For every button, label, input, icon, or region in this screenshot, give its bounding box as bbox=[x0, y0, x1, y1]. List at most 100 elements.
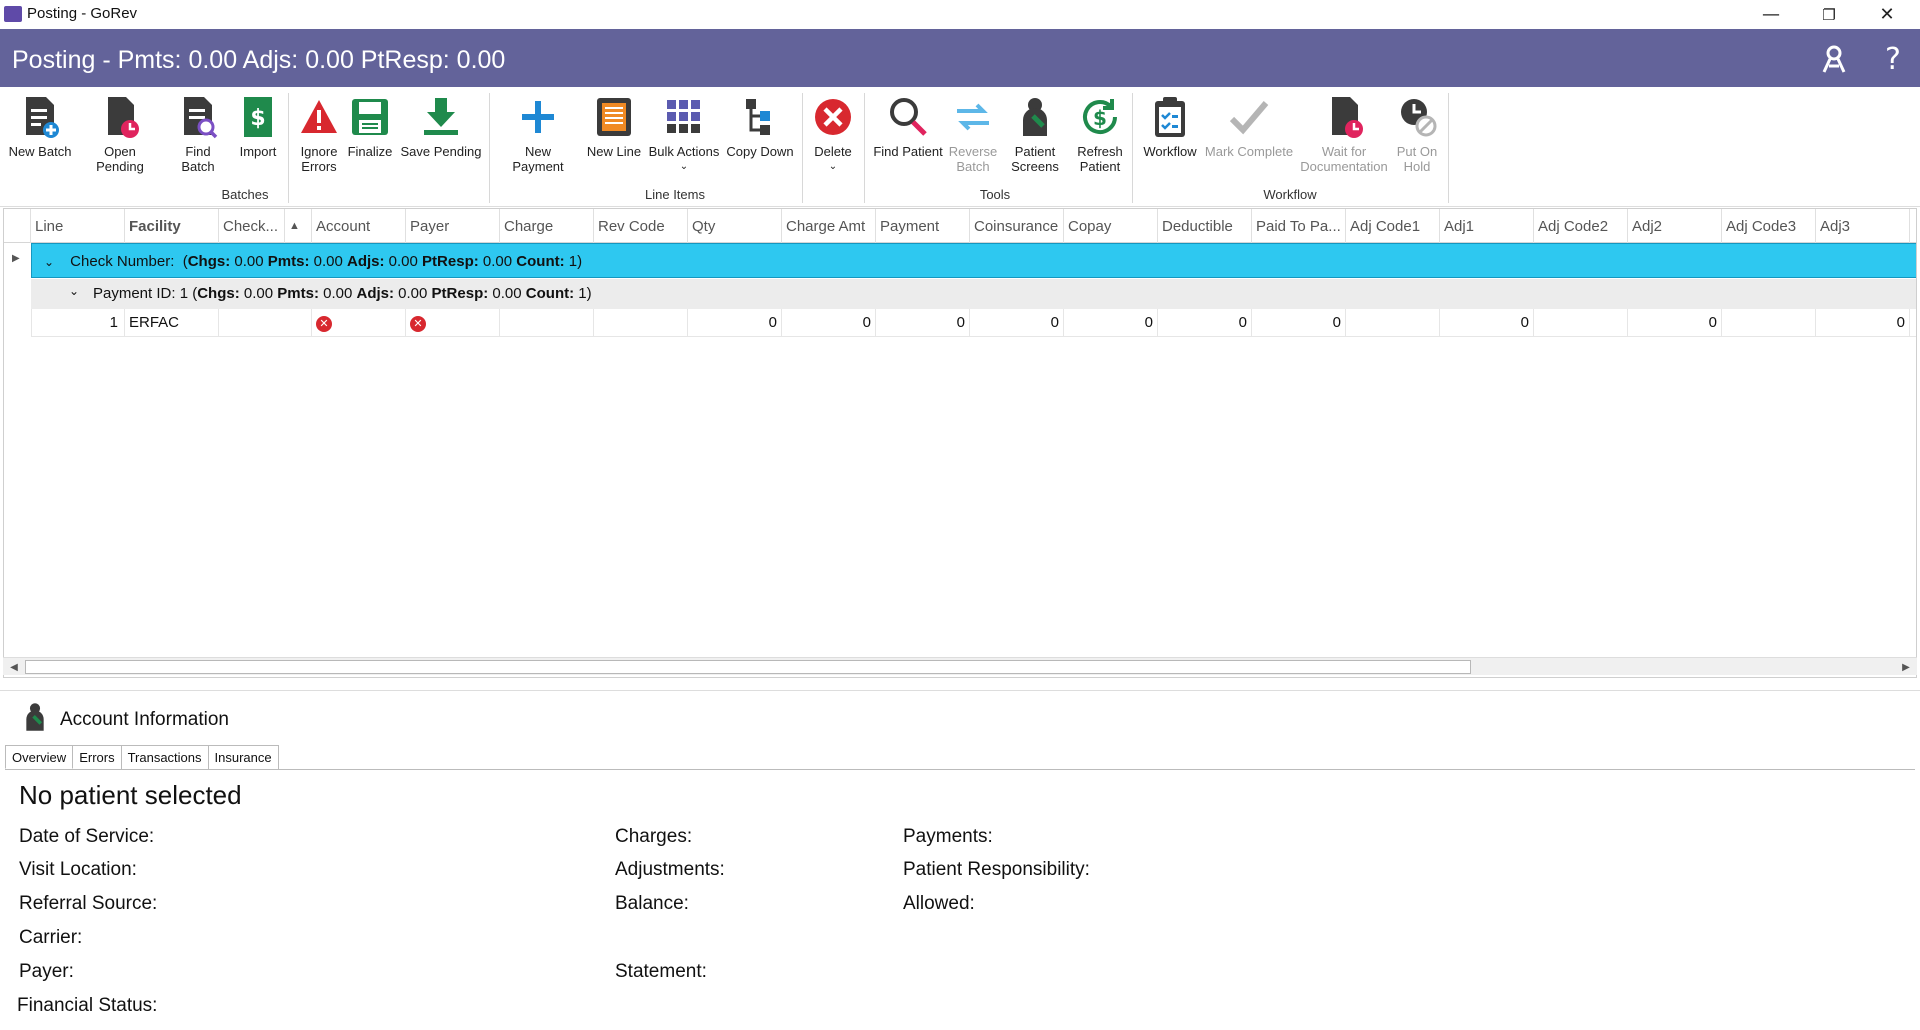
table-row[interactable]: 1 ERFAC ✕ ✕ 0 0 0 0 0 0 0 0 0 0 bbox=[31, 309, 1916, 337]
group-row-payment-id[interactable]: ⌄ Payment ID: 1 (Chgs: 0.00 Pmts: 0.00 A… bbox=[31, 279, 1916, 309]
column-header-payer[interactable]: Payer bbox=[406, 209, 500, 243]
restore-icon[interactable]: ❐ bbox=[1806, 0, 1852, 29]
cell-copay[interactable]: 0 bbox=[1064, 309, 1158, 337]
reverse-batch-button[interactable]: Reverse Batch bbox=[948, 95, 998, 174]
minimize-icon[interactable]: — bbox=[1748, 0, 1794, 29]
collapse-chevron-icon[interactable]: ⌄ bbox=[44, 255, 60, 269]
cell-adj-code2[interactable] bbox=[1534, 309, 1628, 337]
cell-adj-code1[interactable] bbox=[1346, 309, 1440, 337]
count-label: Count: bbox=[525, 285, 575, 302]
column-header-coinsurance[interactable]: Coinsurance bbox=[970, 209, 1064, 243]
find-batch-button[interactable]: Find Batch bbox=[167, 95, 229, 174]
cell-adj2[interactable]: 0 bbox=[1628, 309, 1722, 337]
cell-payer[interactable]: ✕ bbox=[406, 309, 500, 337]
column-header-copay[interactable]: Copay bbox=[1064, 209, 1158, 243]
ribbon-separator bbox=[802, 93, 803, 203]
column-header-adj1[interactable]: Adj1 bbox=[1440, 209, 1534, 243]
row-indicator-header bbox=[4, 209, 31, 243]
new-batch-button[interactable]: New Batch bbox=[8, 95, 72, 159]
refresh-patient-button[interactable]: $ Refresh Patient bbox=[1072, 95, 1128, 174]
put-on-hold-button[interactable]: Put On Hold bbox=[1392, 95, 1442, 174]
document-clock-icon bbox=[1322, 95, 1366, 139]
cell-adj3[interactable]: 0 bbox=[1816, 309, 1910, 337]
column-header-charge[interactable]: Charge bbox=[500, 209, 594, 243]
cell-facility[interactable]: ERFAC bbox=[125, 309, 219, 337]
cell-adj-code3[interactable] bbox=[1722, 309, 1816, 337]
cell-payment[interactable]: 0 bbox=[876, 309, 970, 337]
new-payment-button[interactable]: New Payment bbox=[498, 95, 578, 174]
open-pending-button[interactable]: Open Pending bbox=[80, 95, 160, 174]
ribbon-toolbar: New Batch Open Pending Find Batch $ Impo… bbox=[0, 87, 1920, 207]
paren-close: ) bbox=[586, 285, 592, 302]
tab-overview[interactable]: Overview bbox=[5, 745, 74, 769]
horizontal-scrollbar[interactable]: ◀ ▶ bbox=[3, 657, 1917, 675]
cell-deductible[interactable]: 0 bbox=[1158, 309, 1252, 337]
cell-line[interactable]: 1 bbox=[31, 309, 125, 337]
count-label: Count: bbox=[516, 253, 565, 270]
new-line-label: New Line bbox=[586, 144, 642, 159]
column-header-paid-to-pa[interactable]: Paid To Pa... bbox=[1252, 209, 1346, 243]
tab-errors[interactable]: Errors bbox=[72, 745, 122, 769]
import-button[interactable]: $ Import bbox=[234, 95, 282, 159]
new-line-button[interactable]: New Line bbox=[584, 95, 644, 159]
account-information-panel: Account Information Overview Errors Tran… bbox=[0, 690, 1920, 1029]
page-title: Posting - Pmts: 0.00 Adjs: 0.00 PtResp: … bbox=[12, 46, 506, 74]
wait-for-documentation-button[interactable]: Wait for Documentation bbox=[1298, 95, 1390, 174]
delete-button[interactable]: Delete ⌄ bbox=[808, 95, 858, 174]
column-header-qty[interactable]: Qty bbox=[688, 209, 782, 243]
workflow-button[interactable]: Workflow bbox=[1138, 95, 1202, 159]
column-header-line[interactable]: Line bbox=[31, 209, 125, 243]
help-icon[interactable]: ? bbox=[1877, 42, 1909, 77]
column-header-deductible[interactable]: Deductible bbox=[1158, 209, 1252, 243]
cell-coinsurance[interactable]: 0 bbox=[970, 309, 1064, 337]
column-header-check[interactable]: Check... bbox=[219, 209, 285, 243]
scroll-right-icon[interactable]: ▶ bbox=[1897, 658, 1915, 676]
column-header-adj-code3[interactable]: Adj Code3 bbox=[1722, 209, 1816, 243]
visit-location-label: Visit Location: bbox=[19, 859, 137, 880]
patient-screens-button[interactable]: Patient Screens bbox=[1002, 95, 1068, 174]
cell-check[interactable] bbox=[219, 309, 312, 337]
bulk-actions-button[interactable]: Bulk Actions ⌄ bbox=[648, 95, 720, 174]
posting-grid: Line Facility Check... ▲ Account Payer C… bbox=[3, 208, 1917, 678]
finalize-button[interactable]: Finalize bbox=[346, 95, 394, 159]
column-header-adj3[interactable]: Adj3 bbox=[1816, 209, 1910, 243]
copy-down-button[interactable]: Copy Down bbox=[724, 95, 796, 159]
column-header-rev-code[interactable]: Rev Code bbox=[594, 209, 688, 243]
group-row-check-number[interactable]: ⌄ Check Number: (Chgs: 0.00 Pmts: 0.00 A… bbox=[31, 243, 1916, 278]
ignore-errors-button[interactable]: Ignore Errors bbox=[293, 95, 345, 174]
column-header-adj-code1[interactable]: Adj Code1 bbox=[1346, 209, 1440, 243]
bulk-actions-label: Bulk Actions bbox=[648, 144, 720, 159]
scrollbar-thumb[interactable] bbox=[25, 660, 1471, 674]
collapse-chevron-icon[interactable]: ⌄ bbox=[69, 284, 79, 298]
save-pending-button[interactable]: Save Pending bbox=[400, 95, 482, 159]
grid-icon bbox=[662, 95, 706, 139]
group-check-number-label: Check Number: bbox=[70, 253, 175, 270]
cell-adj1[interactable]: 0 bbox=[1440, 309, 1534, 337]
cell-charge[interactable] bbox=[500, 309, 594, 337]
column-header-adj2[interactable]: Adj2 bbox=[1628, 209, 1722, 243]
date-of-service-label: Date of Service: bbox=[19, 826, 155, 847]
cell-charge-amt[interactable]: 0 bbox=[782, 309, 876, 337]
close-icon[interactable]: ✕ bbox=[1864, 0, 1910, 29]
cell-rev-code[interactable] bbox=[594, 309, 688, 337]
tab-insurance[interactable]: Insurance bbox=[207, 745, 279, 769]
chgs-value: 0.00 bbox=[234, 253, 264, 270]
ribbon-separator bbox=[489, 93, 490, 203]
window-title: Posting - GoRev bbox=[27, 5, 138, 22]
sort-ascending-icon[interactable]: ▲ bbox=[285, 209, 312, 243]
column-header-account[interactable]: Account bbox=[312, 209, 406, 243]
cell-account[interactable]: ✕ bbox=[312, 309, 406, 337]
column-header-payment[interactable]: Payment bbox=[876, 209, 970, 243]
cell-paid-to-pa[interactable]: 0 bbox=[1252, 309, 1346, 337]
patient-icon bbox=[1013, 95, 1057, 139]
column-header-adj-code2[interactable]: Adj Code2 bbox=[1534, 209, 1628, 243]
find-patient-button[interactable]: Find Patient bbox=[870, 95, 946, 159]
cell-qty[interactable]: 0 bbox=[688, 309, 782, 337]
scroll-left-icon[interactable]: ◀ bbox=[5, 658, 23, 676]
row-expand-arrow-icon[interactable]: ▶ bbox=[12, 253, 20, 264]
tab-transactions[interactable]: Transactions bbox=[120, 745, 209, 769]
mark-complete-button[interactable]: Mark Complete bbox=[1204, 95, 1294, 159]
user-access-icon[interactable] bbox=[1818, 43, 1850, 75]
column-header-charge-amt[interactable]: Charge Amt bbox=[782, 209, 876, 243]
column-header-facility[interactable]: Facility bbox=[125, 209, 219, 243]
